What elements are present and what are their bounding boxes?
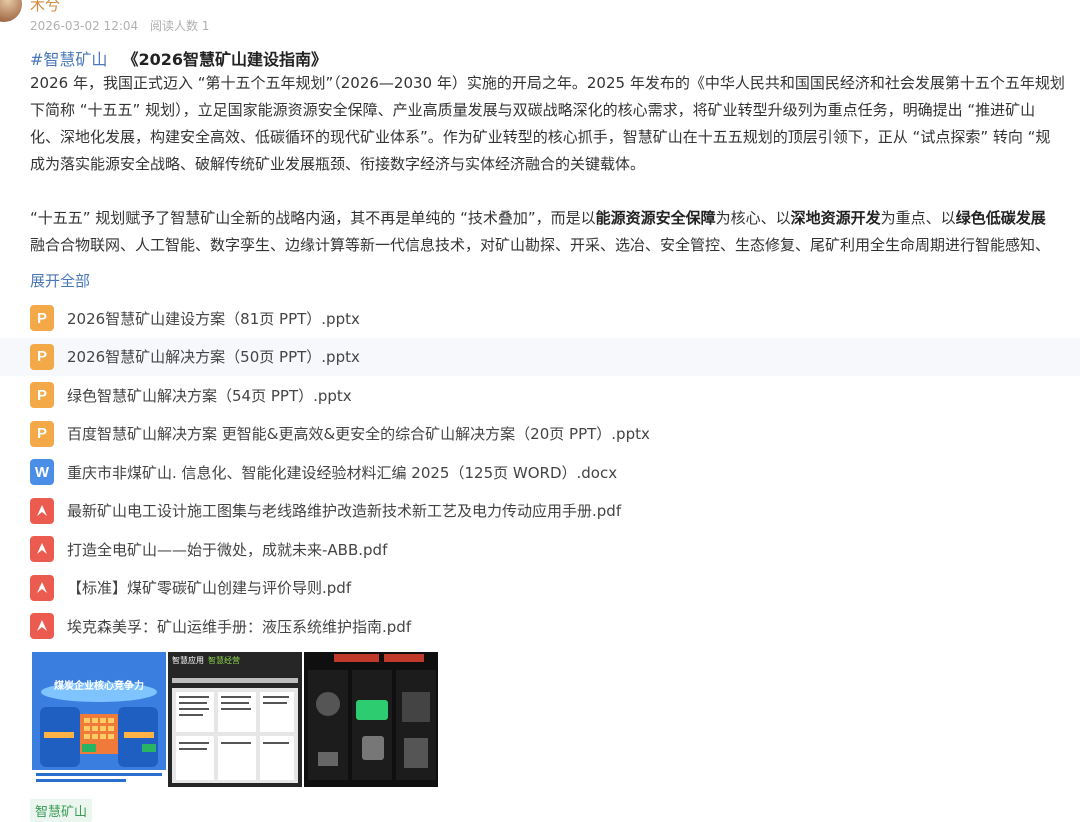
- attachment-item[interactable]: P 2026智慧矿山解决方案（50页 PPT）.pptx: [0, 337, 1080, 376]
- attachment-name: 重庆市非煤矿山. 信息化、智能化建设经验材料汇编 2025（125页 WORD）…: [67, 463, 618, 482]
- thumb-title: 煤炭企业核心竞争力: [54, 679, 144, 692]
- post-body: 2026 年，我国正式迈入 “第十五个五年规划”（2026—2030 年）实施的…: [30, 70, 1080, 256]
- pdf-file-icon: [30, 497, 54, 524]
- attachment-item[interactable]: P 绿色智慧矿山解决方案（54页 PPT）.pptx: [0, 376, 1080, 415]
- pdf-file-icon: [30, 613, 54, 640]
- body-line: 成为落实能源安全战略、破解传统矿业发展瓶颈、衔接数字经济与实体经济融合的关键载体…: [30, 155, 646, 173]
- body-bold: 绿色低碳发展: [955, 209, 1046, 227]
- attachment-item[interactable]: 埃克森美孚：矿山运维手册：液压系统维护指南.pdf: [0, 607, 1080, 646]
- ppt-file-icon: P: [30, 343, 54, 370]
- attachment-name: 埃克森美孚：矿山运维手册：液压系统维护指南.pdf: [67, 617, 412, 636]
- attachment-item[interactable]: 【标准】煤矿零碳矿山创建与评价导则.pdf: [0, 569, 1080, 608]
- author-name[interactable]: 木兮: [30, 0, 60, 15]
- body-text: 为重点、以: [880, 209, 956, 227]
- attachment-list: P 2026智慧矿山建设方案（81页 PPT）.pptx P 2026智慧矿山解决方案…: [0, 299, 1080, 646]
- body-line: 2026 年，我国正式迈入 “第十五个五年规划”（2026—2030 年）实施的…: [30, 74, 1065, 92]
- attachment-name: 百度智慧矿山解决方案 更智能&更高效&更安全的综合矿山解决方案（20页 PPT）…: [67, 425, 650, 444]
- image-thumbnail[interactable]: 智慧应用 智慧经营: [168, 652, 302, 787]
- attachment-name: 2026智慧矿山建设方案（81页 PPT）.pptx: [67, 309, 360, 328]
- attachment-item[interactable]: 打造全电矿山——始于微处，成就未来-ABB.pdf: [0, 530, 1080, 569]
- read-count: 阅读人数 1: [149, 19, 210, 33]
- post-title: 《2026智慧矿山建设指南》: [122, 50, 328, 69]
- attachment-item[interactable]: 最新矿山电工设计施工图集与老线路维护改造新技术新工艺及电力传动应用手册.pdf: [0, 492, 1080, 531]
- image-gallery: 煤炭企业核心竞争力 智慧应用 智慧经营: [32, 652, 438, 787]
- thumb-subtitle: 智慧经营: [208, 655, 240, 665]
- attachment-name: 绿色智慧矿山解决方案（54页 PPT）.pptx: [67, 386, 352, 405]
- body-bold: 能源资源安全保障: [595, 209, 716, 227]
- expand-all-link[interactable]: 展开全部: [30, 270, 90, 291]
- topic-tag[interactable]: #智慧矿山: [30, 50, 107, 69]
- topic-tag-bottom[interactable]: 智慧矿山: [30, 799, 93, 822]
- avatar[interactable]: [0, 0, 22, 22]
- ppt-file-icon: P: [30, 420, 54, 447]
- attachment-name: 【标准】煤矿零碳矿山创建与评价导则.pdf: [67, 579, 352, 598]
- attachment-item[interactable]: W 重庆市非煤矿山. 信息化、智能化建设经验材料汇编 2025（125页 WORD…: [0, 453, 1080, 492]
- post-meta: 2026-03-02 12:04 阅读人数 1: [30, 17, 217, 34]
- body-line: 化、深地化发展，构建安全高效、低碳循环的现代矿业体系”。作为矿业转型的核心抓手，…: [30, 128, 1051, 146]
- pdf-file-icon: [30, 536, 54, 563]
- image-thumbnail[interactable]: [304, 652, 438, 787]
- attachment-name: 最新矿山电工设计施工图集与老线路维护改造新技术新工艺及电力传动应用手册.pdf: [67, 502, 622, 521]
- body-line: “十五五” 规划赋予了智慧矿山全新的战略内涵，其不再是单纯的 “技术叠加”，而是…: [30, 205, 1080, 232]
- image-thumbnail[interactable]: 煤炭企业核心竞争力: [32, 652, 166, 787]
- body-bold: 深地资源开发: [790, 209, 881, 227]
- ppt-file-icon: P: [30, 382, 54, 409]
- body-text: “十五五” 规划赋予了智慧矿山全新的战略内涵，其不再是单纯的 “技术叠加”，而是…: [30, 209, 596, 227]
- attachment-item[interactable]: P 2026智慧矿山建设方案（81页 PPT）.pptx: [0, 299, 1080, 338]
- body-text: 为核心、以: [715, 209, 791, 227]
- body-line: 融合合物联网、人工智能、数字孪生、边缘计算等新一代信息技术，对矿山勘探、开采、选…: [30, 236, 1051, 254]
- pdf-file-icon: [30, 574, 54, 601]
- thumb-title: 智慧应用: [172, 655, 204, 665]
- post-headline: #智慧矿山 《2026智慧矿山建设指南》: [30, 46, 327, 70]
- word-file-icon: W: [30, 459, 54, 486]
- attachment-name: 2026智慧矿山解决方案（50页 PPT）.pptx: [67, 348, 360, 367]
- attachment-name: 打造全电矿山——始于微处，成就未来-ABB.pdf: [67, 540, 388, 559]
- post-date: 2026-03-02 12:04: [30, 19, 139, 33]
- attachment-item[interactable]: P 百度智慧矿山解决方案 更智能&更高效&更安全的综合矿山解决方案（20页 PPT…: [0, 415, 1080, 454]
- ppt-file-icon: P: [30, 305, 54, 332]
- body-line: 下简称 “十五五” 规划），立足国家能源资源安全保障、产业高质量发展与双碳战略深…: [30, 101, 1036, 119]
